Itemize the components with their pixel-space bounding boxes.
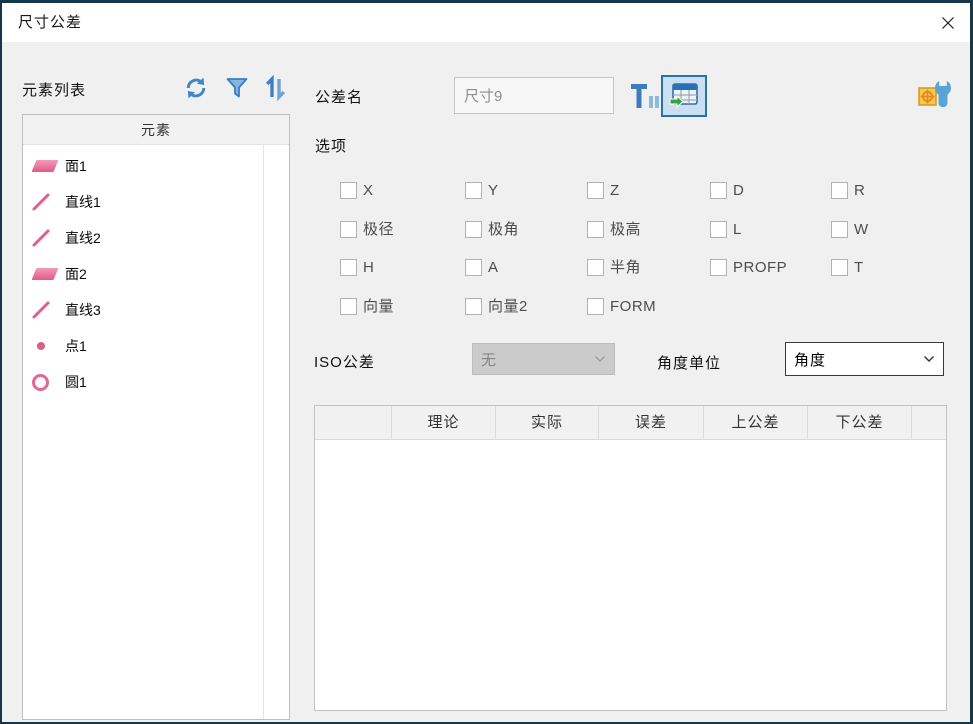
checkbox-box[interactable]	[831, 221, 848, 238]
angle-unit-label: 角度单位	[657, 352, 721, 373]
element-column-header: 元素	[23, 115, 289, 145]
tolerance-name-label: 公差名	[315, 86, 363, 107]
checkbox-box[interactable]	[340, 221, 357, 238]
sort-icon[interactable]	[262, 75, 288, 101]
element-list-title: 元素列表	[22, 79, 86, 100]
send-to-table-icon[interactable]	[661, 75, 707, 117]
checkbox-h[interactable]: H	[340, 259, 465, 298]
line-icon	[31, 192, 59, 212]
chevron-down-icon	[923, 355, 935, 363]
checkbox-box[interactable]	[340, 298, 357, 315]
checkbox-form[interactable]: FORM	[587, 298, 710, 337]
checkbox-box[interactable]	[587, 221, 604, 238]
options-grid: X Y Z D R 极径 极角 极高 L W H A 半角 PROFP T 向量…	[340, 182, 952, 336]
checkbox-box[interactable]	[465, 221, 482, 238]
close-icon[interactable]	[936, 11, 960, 35]
header-cell-empty	[315, 406, 392, 439]
dialog-title: 尺寸公差	[18, 3, 82, 42]
probe-settings-wrench-icon[interactable]	[916, 78, 954, 114]
checkbox-box[interactable]	[710, 182, 727, 199]
line-icon	[31, 228, 59, 248]
checkbox-a[interactable]: A	[465, 259, 587, 298]
checkbox-d[interactable]: D	[710, 182, 831, 221]
list-item-point1[interactable]: 点1	[23, 328, 289, 364]
angle-unit-select[interactable]: 角度	[785, 342, 944, 376]
header-cell-actual: 实际	[496, 406, 599, 439]
refresh-icon[interactable]	[183, 75, 209, 101]
list-item-line1[interactable]: 直线1	[23, 184, 289, 220]
checkbox-box[interactable]	[587, 298, 604, 315]
list-item-line2[interactable]: 直线2	[23, 220, 289, 256]
checkbox-box[interactable]	[710, 259, 727, 276]
header-cell-lower-tolerance: 下公差	[808, 406, 912, 439]
checkbox-profp[interactable]: PROFP	[710, 259, 831, 298]
checkbox-box[interactable]	[465, 182, 482, 199]
tolerance-result-table: 理论 实际 误差 上公差 下公差	[314, 405, 947, 711]
checkbox-box[interactable]	[465, 259, 482, 276]
checkbox-half-angle[interactable]: 半角	[587, 259, 710, 298]
checkbox-w[interactable]: W	[831, 221, 952, 260]
checkbox-vector2[interactable]: 向量2	[465, 298, 587, 337]
tolerance-name-input[interactable]	[454, 77, 614, 114]
checkbox-box[interactable]	[465, 298, 482, 315]
chevron-down-icon	[594, 355, 606, 363]
checkbox-box[interactable]	[587, 182, 604, 199]
circle-icon	[31, 374, 59, 391]
list-item-plane1[interactable]: 面1	[23, 148, 289, 184]
header-cell-empty-end	[912, 406, 946, 439]
plane-icon	[31, 268, 59, 280]
result-table-header: 理论 实际 误差 上公差 下公差	[315, 406, 946, 440]
checkbox-box[interactable]	[831, 259, 848, 276]
header-cell-error: 误差	[599, 406, 704, 439]
element-rows: 面1 直线1 直线2 面2	[23, 145, 289, 400]
checkbox-z[interactable]: Z	[587, 182, 710, 221]
plane-icon	[31, 160, 59, 172]
checkbox-y[interactable]: Y	[465, 182, 587, 221]
checkbox-x[interactable]: X	[340, 182, 465, 221]
filter-icon[interactable]	[224, 75, 250, 101]
options-label: 选项	[315, 135, 347, 156]
tolerance-label-icon[interactable]	[628, 80, 664, 112]
line-icon	[31, 300, 59, 320]
element-list-table: 元素 面1 直线1 直线2 面2	[22, 114, 290, 720]
checkbox-vector[interactable]: 向量	[340, 298, 465, 337]
checkbox-box[interactable]	[831, 182, 848, 199]
list-item-plane2[interactable]: 面2	[23, 256, 289, 292]
checkbox-polar-angle[interactable]: 极角	[465, 221, 587, 260]
iso-tolerance-label: ISO公差	[314, 351, 375, 372]
checkbox-polar-height[interactable]: 极高	[587, 221, 710, 260]
list-item-line3[interactable]: 直线3	[23, 292, 289, 328]
checkbox-box[interactable]	[340, 259, 357, 276]
list-item-circle1[interactable]: 圆1	[23, 364, 289, 400]
header-cell-theoretical: 理论	[392, 406, 496, 439]
checkbox-t[interactable]: T	[831, 259, 952, 298]
checkbox-box[interactable]	[340, 182, 357, 199]
checkbox-r[interactable]: R	[831, 182, 952, 221]
dimension-tolerance-dialog: 尺寸公差 元素列表 元素	[0, 0, 973, 724]
checkbox-l[interactable]: L	[710, 221, 831, 260]
iso-tolerance-select: 无	[472, 343, 615, 375]
point-icon	[31, 342, 59, 350]
checkbox-polar-radius[interactable]: 极径	[340, 221, 465, 260]
checkbox-box[interactable]	[710, 221, 727, 238]
header-cell-upper-tolerance: 上公差	[704, 406, 808, 439]
titlebar: 尺寸公差	[2, 3, 970, 42]
checkbox-box[interactable]	[587, 259, 604, 276]
